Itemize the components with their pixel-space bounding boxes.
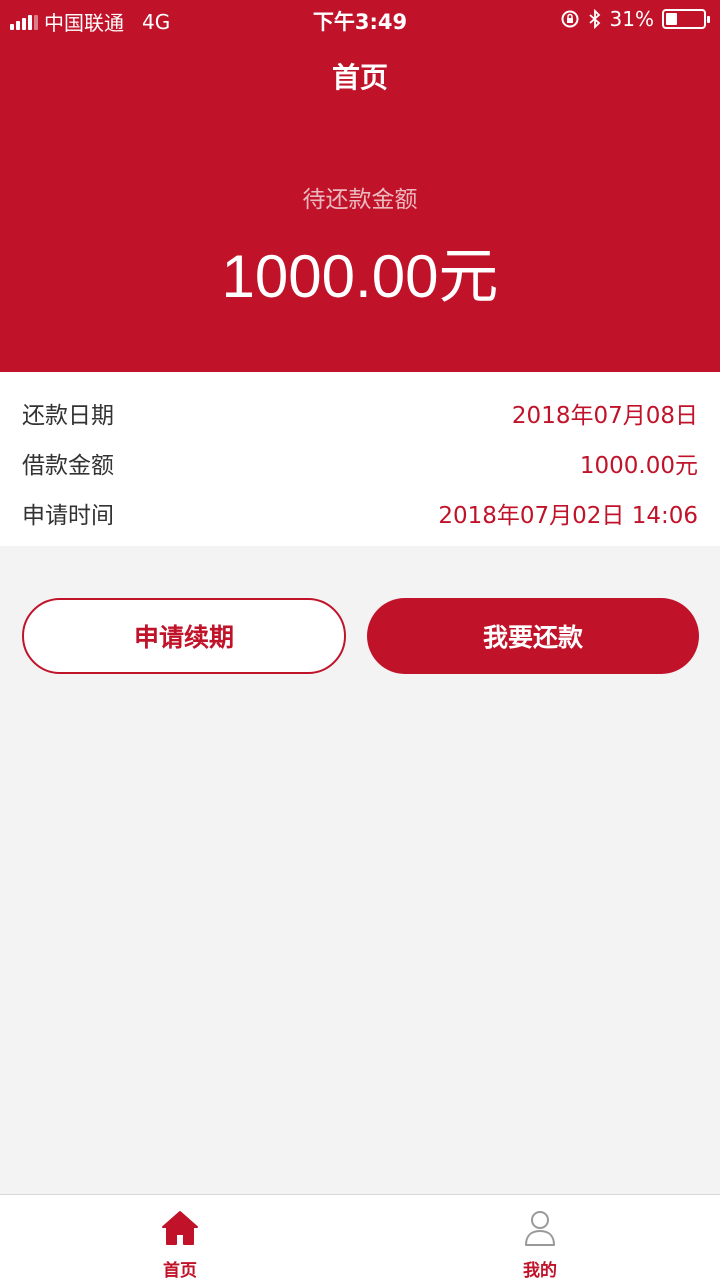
- info-label: 还款日期: [22, 403, 114, 429]
- info-value: 2018年07月08日: [511, 403, 698, 429]
- info-row-apply-time: 申请时间 2018年07月02日 14:06: [0, 490, 720, 530]
- info-row-loan-amount: 借款金额 1000.00元: [0, 440, 720, 480]
- home-icon: [162, 1211, 198, 1245]
- battery-percent: 31%: [609, 7, 654, 31]
- loan-info-card: 还款日期 2018年07月08日 借款金额 1000.00元 申请时间 2018…: [0, 372, 720, 546]
- user-icon: [525, 1211, 555, 1246]
- pending-amount-label: 待还款金额: [302, 187, 418, 213]
- battery-fill: [666, 13, 678, 25]
- rotation-lock-icon: [561, 10, 579, 28]
- apply-renewal-button[interactable]: 申请续期: [22, 598, 346, 674]
- header-banner: 中国联通 4G 下午3:49 31% 首页 待还款金额 1000.00元: [0, 0, 720, 372]
- tab-home[interactable]: 首页: [0, 1195, 360, 1280]
- bluetooth-icon: [588, 9, 600, 29]
- tab-home-label: 首页: [163, 1261, 197, 1280]
- info-label: 申请时间: [22, 503, 114, 529]
- info-row-repay-date: 还款日期 2018年07月08日: [0, 390, 720, 430]
- battery-icon: [662, 9, 710, 29]
- tab-mine[interactable]: 我的: [360, 1195, 720, 1280]
- info-value: 1000.00元: [579, 453, 698, 479]
- tab-bar: 首页 我的: [0, 1194, 720, 1280]
- tab-mine-label: 我的: [523, 1261, 557, 1280]
- status-bar: 中国联通 4G 下午3:49 31%: [0, 0, 720, 38]
- info-value: 2018年07月02日 14:06: [438, 503, 698, 529]
- info-label: 借款金额: [22, 453, 114, 479]
- repay-button[interactable]: 我要还款: [367, 598, 699, 674]
- page-title: 首页: [331, 61, 388, 94]
- status-right: 31%: [560, 7, 710, 31]
- pending-amount-value: 1000.00元: [221, 243, 499, 310]
